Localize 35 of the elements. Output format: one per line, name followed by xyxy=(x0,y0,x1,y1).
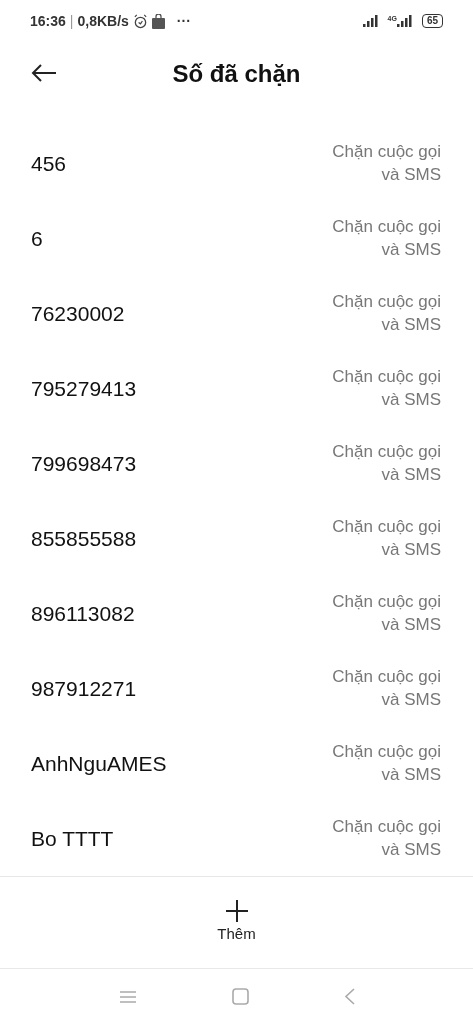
menu-icon[interactable] xyxy=(118,989,137,1004)
block-status: Chặn cuộc gọi và SMS xyxy=(331,366,441,411)
blocked-number[interactable]: Bo TTTT xyxy=(31,822,114,855)
block-status: Chặn cuộc gọi và SMS xyxy=(331,441,441,486)
signal-icon xyxy=(362,15,380,27)
screen-title: Số đã chặn xyxy=(172,59,301,89)
home-icon[interactable] xyxy=(231,988,249,1005)
blocked-number[interactable]: 896113082 xyxy=(31,597,135,630)
plus-icon xyxy=(224,899,249,924)
signal-icon xyxy=(396,15,414,27)
block-status: Chặn cuộc gọi và SMS xyxy=(331,741,441,786)
blocked-number[interactable]: 799698473 xyxy=(31,447,137,480)
block-status: Chặn cuộc gọi và SMS xyxy=(331,216,441,261)
more-indicator: ··· xyxy=(176,11,191,31)
block-status: Chặn cuộc gọi và SMS xyxy=(331,816,441,861)
block-status: Chặn cuộc gọi và SMS xyxy=(331,516,441,561)
blocked-number[interactable]: 456 xyxy=(31,147,67,180)
network-speed: 0,8KB/s xyxy=(77,11,129,31)
blocked-number[interactable]: 6 xyxy=(31,222,43,255)
block-status: Chặn cuộc gọi và SMS xyxy=(331,141,441,186)
blocked-number[interactable]: 987912271 xyxy=(31,672,137,705)
blocked-number[interactable]: 76230002 xyxy=(31,297,125,330)
shopping-bag-icon xyxy=(151,13,165,29)
blocked-number[interactable]: AnhNguAMES xyxy=(31,747,167,780)
battery-level: 65 xyxy=(421,14,443,28)
blocked-number[interactable]: 855855588 xyxy=(31,522,137,555)
block-status: Chặn cuộc gọi và SMS xyxy=(331,591,441,636)
alarm-icon xyxy=(132,13,148,29)
back-icon[interactable] xyxy=(31,64,57,82)
block-status: Chặn cuộc gọi và SMS xyxy=(331,291,441,336)
clock-time: 16:36 xyxy=(30,11,66,31)
blocked-number[interactable]: 795279413 xyxy=(31,372,137,405)
separator: | xyxy=(69,11,74,31)
block-status: Chặn cuộc gọi và SMS xyxy=(331,666,441,711)
add-button[interactable]: Thêm xyxy=(213,895,260,950)
